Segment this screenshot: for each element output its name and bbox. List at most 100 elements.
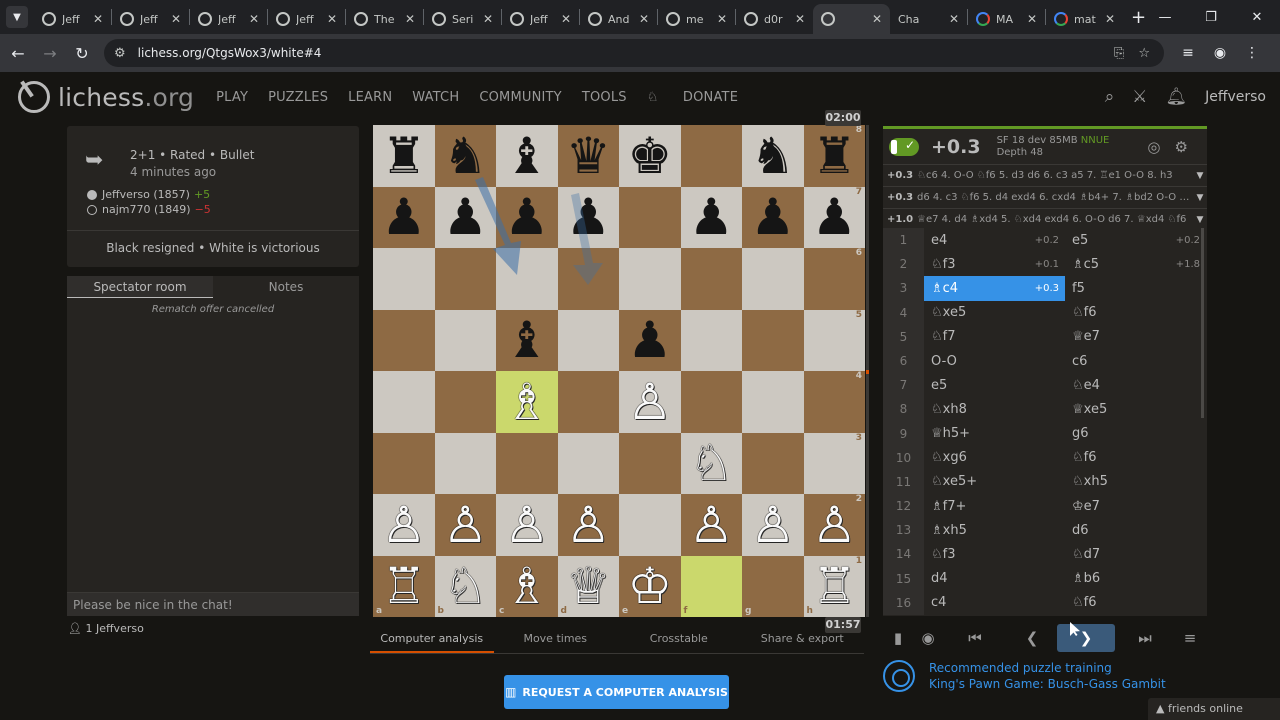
bookmark-star-icon[interactable]: ☆ [1138,46,1150,61]
square-a2[interactable]: ♙ [373,494,435,556]
square-d1[interactable]: ♕ d [557,555,619,617]
user-menu[interactable]: Jeffverso [1205,89,1266,105]
tab-close-icon[interactable]: ✕ [947,12,961,26]
black-move[interactable]: ♕e7 [1065,325,1206,349]
friends-online-button[interactable]: ▲ friends online [1148,698,1280,720]
white-move[interactable]: ♘xh8 [924,397,1065,421]
square-c4[interactable]: ♗ [496,371,558,433]
square-a5[interactable] [373,309,435,371]
square-b3[interactable] [434,432,496,494]
profile-icon[interactable]: ◉ [1204,45,1236,61]
square-d8[interactable]: ♛ [557,125,619,187]
white-move[interactable]: ♘xe5 [924,301,1065,325]
square-a8[interactable]: ♜ [373,125,435,187]
pv-moves[interactable]: ♕e7 4. d4 ♗xd4 5. ♘xd4 exd4 6. O-O d6 7.… [917,214,1193,225]
pv-expand-icon[interactable]: ▼ [1193,171,1207,181]
square-e6[interactable] [619,248,681,310]
black-move[interactable]: ♘e4 [1065,373,1206,397]
tab-share-export[interactable]: Share & export [741,632,865,653]
puzzle-title[interactable]: Recommended puzzle training [929,660,1166,676]
square-a4[interactable] [373,371,435,433]
browser-tab[interactable]: Jeff ✕ [112,4,189,34]
white-piece[interactable]: ♖ [381,561,426,611]
square-c3[interactable] [496,432,558,494]
tab-close-icon[interactable]: ✕ [481,12,495,26]
settings-gear-icon[interactable]: ⚙ [1174,138,1187,156]
black-player[interactable]: najm770 (1849) −5 [87,203,211,216]
square-g8[interactable]: ♞ [742,125,804,187]
search-icon[interactable]: ⌕ [1105,87,1115,107]
square-g3[interactable] [742,432,804,494]
square-f3[interactable]: ♘ [680,432,742,494]
white-move[interactable]: ♗xh5 [924,518,1065,542]
white-piece[interactable]: ♗ [504,377,549,427]
black-piece[interactable]: ♟ [566,192,611,242]
spectator-name[interactable]: Jeffverso [96,622,144,635]
black-piece[interactable]: ♟ [812,192,857,242]
engine-toggle[interactable] [889,137,919,156]
square-e1[interactable]: ♔ e [619,555,681,617]
black-piece[interactable]: ♜ [812,131,857,181]
reload-icon[interactable]: ↻ [68,39,96,67]
pv-moves[interactable]: ♘c6 4. O-O ♘f6 5. d3 d6 6. c3 a5 7. ♖e1 … [917,170,1193,181]
white-move[interactable]: ♕h5+ [924,422,1065,446]
last-move-icon[interactable]: ⏭ [1115,629,1175,647]
white-move[interactable]: O-O [924,349,1065,373]
tab-close-icon[interactable]: ✕ [715,12,729,26]
nav-puzzles[interactable]: PUZZLES [268,90,328,105]
black-piece[interactable]: ♟ [504,192,549,242]
square-d5[interactable] [557,309,619,371]
square-g4[interactable] [742,371,804,433]
square-a7[interactable]: ♟ [373,186,435,248]
back-icon[interactable]: ← [4,39,32,67]
white-piece[interactable]: ♗ [504,561,549,611]
engine-line[interactable]: +1.0 ♕e7 4. d4 ♗xd4 5. ♘xd4 exd4 6. O-O d… [883,208,1207,230]
black-player-name[interactable]: najm770 (1849) [102,203,191,216]
browser-tab[interactable]: Jeff ✕ [268,4,345,34]
white-move[interactable]: e4 +0.2 [924,228,1065,252]
white-piece[interactable]: ♙ [812,500,857,550]
nav-play[interactable]: PLAY [216,90,248,105]
reading-list-icon[interactable]: ≡ [1172,45,1204,61]
black-piece[interactable]: ♛ [566,131,611,181]
square-c2[interactable]: ♙ [496,494,558,556]
white-move[interactable]: ♘f3 +0.1 [924,252,1065,276]
square-b5[interactable] [434,309,496,371]
black-move[interactable]: ♕xe5 [1065,397,1206,421]
tab-close-icon[interactable]: ✕ [247,12,261,26]
black-move[interactable]: f5 [1065,276,1206,300]
browser-tab[interactable]: mat ✕ [1046,4,1123,34]
white-move[interactable]: ♘f7 [924,325,1065,349]
black-piece[interactable]: ♟ [627,315,672,365]
chess-board[interactable]: ♜ ♞ ♝ ♛ ♚ ♞ ♜ 8 ♟ ♟ ♟ ♟ ♟ ♟ ♟ 7 6 ♝ ♟ 5 ♗ ♙ 4 ♘ 3 ♙ ♙ ♙ ♙ ♙ ♙ ♙ 2 ♖ a ♘ b ♗ c ♕… [373,125,865,617]
black-piece[interactable]: ♟ [750,192,795,242]
square-c1[interactable]: ♗ c [496,555,558,617]
browser-tab[interactable]: d0r ✕ [736,4,813,34]
browser-tab[interactable]: Jeff ✕ [34,4,111,34]
square-g7[interactable]: ♟ [742,186,804,248]
engine-line[interactable]: +0.3 d6 4. c3 ♘f6 5. d4 exd4 6. cxd4 ♗b4+… [883,186,1207,208]
browser-tab[interactable]: Jeff ✕ [190,4,267,34]
square-e2[interactable] [619,494,681,556]
square-g6[interactable] [742,248,804,310]
white-move[interactable]: e5 [924,373,1065,397]
square-g2[interactable]: ♙ [742,494,804,556]
square-d7[interactable]: ♟ [557,186,619,248]
tab-spectator-room[interactable]: Spectator room [67,276,213,298]
first-move-icon[interactable]: ⏮ [943,629,1007,647]
black-piece[interactable]: ♞ [443,131,488,181]
omnibox[interactable]: ⚙ lichess.org/QtgsWox3/white#4 ⎘ ☆ [104,39,1164,67]
square-c6[interactable] [496,248,558,310]
white-move[interactable]: ♗f7+ [924,494,1065,518]
square-h1[interactable]: ♖ h 1 [803,555,865,617]
white-player[interactable]: Jeffverso (1857) +5 [87,188,210,201]
square-e5[interactable]: ♟ [619,309,681,371]
square-f7[interactable]: ♟ [680,186,742,248]
black-piece[interactable]: ♟ [443,192,488,242]
white-piece[interactable]: ♕ [566,561,611,611]
square-e3[interactable] [619,432,681,494]
target-icon[interactable]: ◎ [1147,138,1160,156]
square-b7[interactable]: ♟ [434,186,496,248]
site-info-icon[interactable]: ⚙ [114,46,126,61]
square-a3[interactable] [373,432,435,494]
